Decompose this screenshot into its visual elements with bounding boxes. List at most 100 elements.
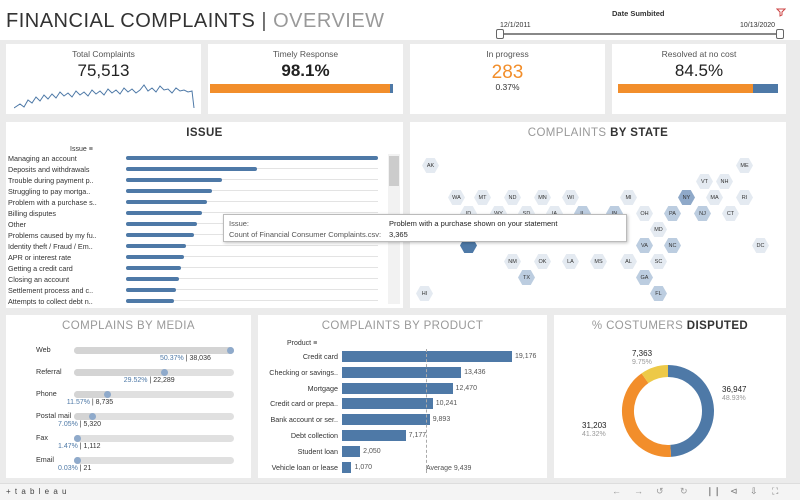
undo-icon[interactable]: ←	[612, 486, 621, 496]
state-hex-ri[interactable]: RI	[736, 190, 753, 205]
state-hex-nj[interactable]: NJ	[694, 206, 711, 221]
issue-bar[interactable]	[126, 255, 184, 259]
tableau-toolbar: + t a b l e a u ← → ↺ ↻ ❙❙ ⊲ ⇩ ⛶	[0, 483, 800, 500]
state-hex-nc[interactable]: NC	[664, 238, 681, 253]
state-hex-ny[interactable]: NY	[678, 190, 695, 205]
issue-bar[interactable]	[126, 156, 378, 160]
product-bar[interactable]	[342, 382, 453, 394]
product-value: 9,893	[432, 416, 451, 424]
kpi-resolved-no-cost[interactable]: Resolved at no cost 84.5%	[612, 44, 786, 114]
date-start-handle[interactable]	[496, 29, 504, 39]
state-hex-vt[interactable]: VT	[696, 174, 713, 189]
slice-no-pct: 48.93%	[722, 395, 746, 402]
sort-icon[interactable]: ≡	[313, 340, 317, 347]
issue-bar[interactable]	[126, 277, 179, 281]
page-title: FINANCIAL COMPLAINTS | OVERVIEW	[6, 10, 385, 33]
state-hex-mt[interactable]: MT	[474, 190, 491, 205]
issue-bar[interactable]	[126, 200, 207, 204]
state-hex-me[interactable]: ME	[736, 158, 753, 173]
product-bar[interactable]	[342, 414, 430, 426]
state-hex-fl[interactable]: FL	[650, 286, 667, 301]
state-hex-mn[interactable]: MN	[534, 190, 551, 205]
issue-bar[interactable]	[126, 266, 182, 270]
product-value: 19,176	[515, 353, 537, 360]
issue-bar[interactable]	[126, 211, 202, 215]
donut-slice[interactable]	[667, 365, 714, 457]
state-hex-wi[interactable]: WI	[562, 190, 579, 205]
pause-icon[interactable]: ❙❙	[706, 486, 721, 497]
issue-label: Other	[8, 220, 26, 229]
kpi-in-progress[interactable]: In progress 283 0.37%	[410, 44, 605, 114]
revert-icon[interactable]: ↺	[656, 486, 664, 497]
fullscreen-icon[interactable]: ⛶	[772, 486, 778, 497]
state-hex-nm[interactable]: NM	[504, 254, 521, 269]
issue-column-header[interactable]: Issue ≡	[70, 146, 93, 153]
state-hex-nh[interactable]: NH	[716, 174, 733, 189]
date-end-value: 10/13/2020	[740, 22, 776, 29]
state-hex-tx[interactable]: TX	[518, 270, 535, 285]
issue-bar[interactable]	[126, 288, 177, 292]
state-hex-sc[interactable]: SC	[650, 254, 667, 269]
product-bar[interactable]	[342, 430, 406, 441]
kpi-label: Timely Response	[272, 49, 339, 59]
media-bar-fill[interactable]	[74, 347, 234, 354]
donut-slice[interactable]	[622, 373, 672, 457]
state-hex-wa[interactable]: WA	[448, 190, 465, 205]
date-range-slider[interactable]	[500, 33, 780, 35]
media-bar-track	[74, 435, 234, 442]
state-hex-va[interactable]: VA	[636, 238, 653, 253]
kpi-total-complaints[interactable]: Total Complaints 75,513	[6, 44, 201, 114]
state-hex-nd[interactable]: ND	[504, 190, 521, 205]
product-bar[interactable]	[342, 366, 462, 378]
state-hex-ga[interactable]: GA	[636, 270, 653, 285]
state-hex-mi[interactable]: MI	[620, 190, 637, 205]
state-hex-ma[interactable]: MA	[706, 190, 723, 205]
product-bar[interactable]	[342, 351, 512, 362]
issue-bar[interactable]	[126, 244, 187, 248]
clear-filter-icon[interactable]	[776, 7, 786, 17]
scrollbar-thumb[interactable]	[389, 156, 399, 186]
download-icon[interactable]: ⇩	[750, 486, 758, 497]
state-hex-dc[interactable]: DC	[752, 238, 769, 253]
issue-bar[interactable]	[126, 189, 212, 193]
state-hex-ms[interactable]: MS	[590, 254, 607, 269]
product-bar[interactable]	[342, 461, 352, 473]
media-bar-dot	[103, 391, 111, 398]
product-label: Credit card or prepa..	[270, 399, 338, 409]
issue-bar[interactable]	[126, 178, 222, 182]
media-value: 1.47% | 1,112	[58, 443, 101, 450]
state-hex-ak[interactable]: AK	[422, 158, 439, 173]
share-icon[interactable]: ⊲	[730, 486, 738, 497]
complaints-sparkline[interactable]	[14, 82, 196, 110]
issue-bar[interactable]	[126, 299, 174, 303]
issue-bar[interactable]	[126, 167, 258, 171]
date-end-handle[interactable]	[776, 29, 784, 39]
state-hex-oh[interactable]: OH	[636, 206, 653, 221]
state-hex-ct[interactable]: CT	[722, 206, 739, 221]
issue-bar[interactable]	[126, 222, 197, 226]
media-bar-fill[interactable]	[74, 369, 168, 376]
kpi-timely-response[interactable]: Timely Response 98.1%	[208, 44, 403, 114]
media-label: Web	[36, 345, 51, 354]
product-bar[interactable]	[342, 398, 433, 410]
product-bar[interactable]	[342, 445, 361, 457]
sort-icon[interactable]: ≡	[89, 146, 93, 153]
state-hex-ok[interactable]: OK	[534, 254, 551, 269]
state-hex-md[interactable]: MD	[650, 222, 667, 237]
refresh-icon[interactable]: ↻	[680, 486, 688, 497]
issue-bar[interactable]	[126, 233, 195, 237]
state-hex-hi[interactable]: HI	[416, 286, 433, 301]
state-hex-la[interactable]: LA	[562, 254, 579, 269]
state-hex-al[interactable]: AL	[620, 254, 637, 269]
average-label: Average 9,439	[426, 465, 472, 472]
issue-label: Closing an account	[8, 275, 70, 284]
state-hex-pa[interactable]: PA	[664, 206, 681, 221]
donut-slice[interactable]	[641, 365, 669, 384]
disputed-donut-chart[interactable]	[618, 361, 718, 461]
issue-label: Deposits and withdrawals	[8, 165, 90, 174]
product-value: 7,177	[408, 432, 427, 439]
redo-icon[interactable]: →	[634, 486, 643, 496]
media-label: Postal mail	[36, 411, 72, 420]
product-column-header[interactable]: Product ≡	[287, 340, 317, 347]
disputed-panel: % COSTUMERS DISPUTED 7,363 9.75% 36,947 …	[554, 315, 786, 478]
